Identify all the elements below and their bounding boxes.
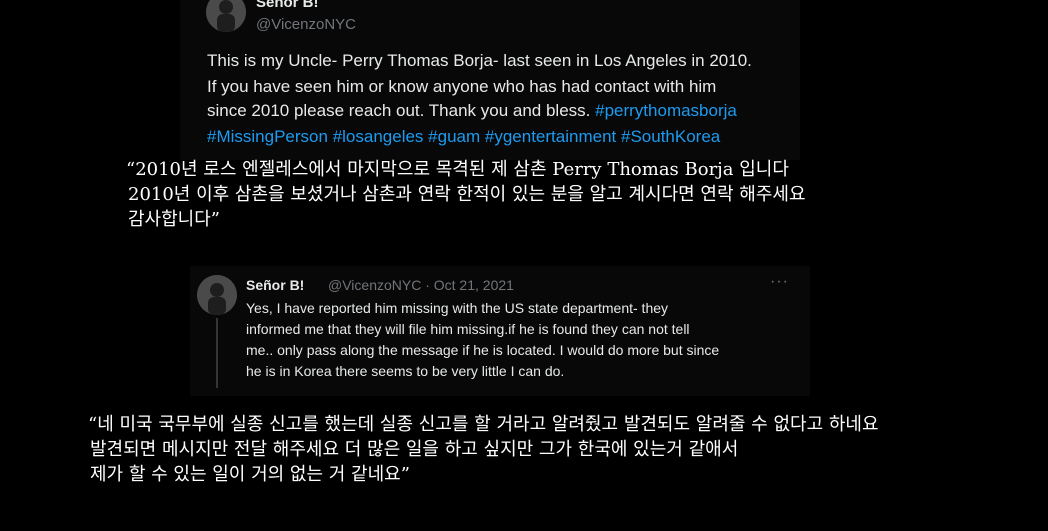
reply-author-name[interactable]: Señor B! xyxy=(246,277,304,293)
tweet-text-segment: since 2010 please reach out. Thank you a… xyxy=(207,101,591,120)
tweet-text-line: since 2010 please reach out. Thank you a… xyxy=(207,98,737,124)
tweet-author-handle[interactable]: @VicenzoNYC xyxy=(256,16,356,33)
reply-text-line: Yes, I have reported him missing with th… xyxy=(246,300,669,316)
subtitle-line: 발견되면 메시지만 전달 해주세요 더 많은 일을 하고 싶지만 그가 한국에 … xyxy=(90,439,739,460)
hashtag-link[interactable]: #ygentertainment xyxy=(485,127,616,146)
reply-avatar[interactable] xyxy=(197,275,237,315)
thread-line xyxy=(216,318,218,388)
subtitle-line: 제가 할 수 있는 일이 거의 없는 거 같네요” xyxy=(90,464,410,485)
tweet-text-line: This is my Uncle- Perry Thomas Borja- la… xyxy=(207,51,752,70)
tweet-author-name[interactable]: Señor B! xyxy=(256,0,319,11)
reply-text-line: me.. only pass along the message if he i… xyxy=(246,342,720,358)
subtitle-line: 감사합니다” xyxy=(128,209,221,230)
tweet-hashtag-line: #MissingPerson #losangeles #guam #ygente… xyxy=(207,124,720,150)
subtitle-line: “네 미국 국무부에 실종 신고를 했는데 실종 신고를 할 거라고 알려줬고 … xyxy=(88,414,879,435)
hashtag-link[interactable]: #perrythomasborja xyxy=(595,101,737,120)
hashtag-link[interactable]: #MissingPerson xyxy=(207,127,328,146)
hashtag-link[interactable]: #SouthKorea xyxy=(621,127,720,146)
subtitle-line: “2010년 로스 엔젤레스에서 마지막으로 목격된 제 삼촌 Perry Th… xyxy=(126,159,789,180)
hashtag-link[interactable]: #guam xyxy=(428,127,480,146)
tweet-text-line: If you have seen him or know anyone who … xyxy=(207,77,717,96)
hashtag-link[interactable]: #losangeles xyxy=(333,127,424,146)
reply-text-line: informed me that they will file him miss… xyxy=(246,321,690,337)
reply-handle-date[interactable]: @VicenzoNYC · Oct 21, 2021 xyxy=(328,277,514,293)
person-icon xyxy=(197,275,237,315)
reply-text-line: he is in Korea there seems to be very li… xyxy=(246,363,565,379)
subtitle-line: 2010년 이후 삼촌을 보셨거나 삼촌과 연락 한적이 있는 분을 알고 계시… xyxy=(128,184,806,205)
more-options-icon[interactable]: ··· xyxy=(770,273,789,291)
